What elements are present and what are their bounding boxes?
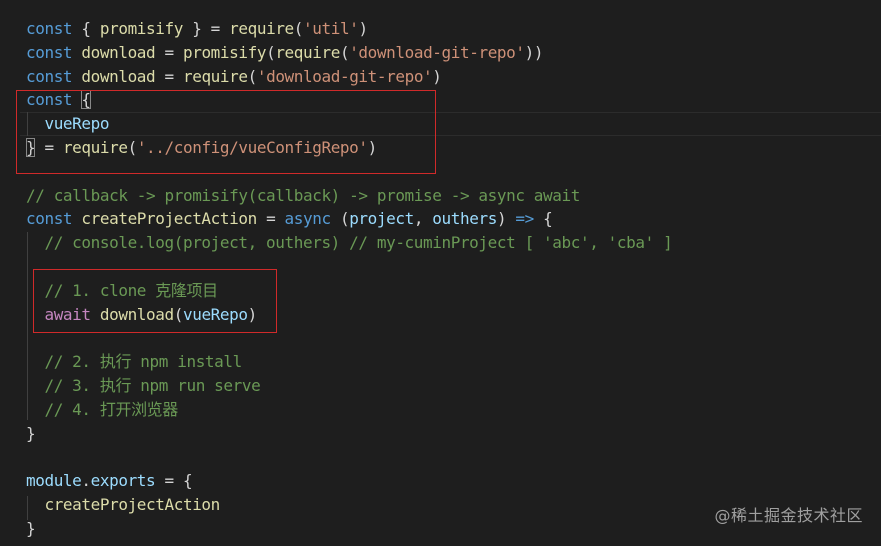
code-line[interactable]: const download = require('download-git-r… (26, 65, 442, 89)
token-var: project (349, 209, 414, 229)
highlight-box-import (16, 90, 436, 174)
code-line[interactable]: // 4. 打开浏览器 (26, 398, 178, 422)
code-line[interactable]: const { promisify } = require('util') (26, 17, 368, 41)
token-punct: } (26, 518, 36, 538)
code-line[interactable]: } (26, 422, 36, 446)
token-comment: // 4. 打开浏览器 (44, 399, 178, 419)
token-comment: // console.log(project, outhers) // my-c… (44, 233, 673, 253)
token-func: promisify (99, 19, 184, 38)
token-keyword: => (515, 209, 534, 229)
token-func: promisify (182, 42, 267, 62)
token-punct (26, 400, 44, 419)
token-func: createProjectAction (81, 209, 257, 229)
token-punct (26, 352, 44, 371)
code-line[interactable]: const download = promisify(require('down… (26, 41, 544, 65)
code-line[interactable]: module.exports = { (26, 469, 193, 493)
token-punct: ( (247, 66, 258, 86)
token-punct: )) (524, 42, 544, 62)
token-keyword: const (26, 209, 73, 229)
code-editor[interactable]: const { promisify } = require('util') con… (0, 0, 881, 546)
token-func: createProjectAction (44, 495, 220, 514)
token-punct: = (256, 209, 285, 229)
token-string: 'download-git-repo' (349, 42, 525, 62)
token-punct (26, 376, 44, 395)
token-func: download (81, 42, 156, 62)
token-punct: = { (155, 471, 193, 491)
token-punct: ( (266, 42, 276, 62)
token-punct (26, 495, 44, 514)
token-punct: ) (496, 209, 516, 229)
token-punct: { (72, 19, 100, 38)
token-string: 'util' (303, 19, 359, 38)
token-comment: // 3. 执行 npm run serve (44, 376, 261, 395)
highlight-box-clone (33, 269, 277, 333)
token-punct: ) (432, 66, 442, 86)
code-line[interactable]: createProjectAction (26, 493, 220, 517)
token-string: 'download-git-repo' (256, 66, 433, 86)
token-func: require (275, 42, 340, 62)
code-line[interactable]: // 2. 执行 npm install (26, 350, 242, 374)
token-punct: { (533, 209, 553, 229)
token-punct: , (413, 209, 433, 229)
code-line[interactable]: } (26, 517, 36, 541)
token-comment: // 2. 执行 npm install (44, 352, 242, 372)
token-func: require (229, 19, 294, 38)
token-comment: // callback -> promisify(callback) -> pr… (26, 185, 580, 205)
token-punct: = (155, 42, 183, 62)
token-punct: } = (182, 19, 230, 38)
code-line[interactable]: // 3. 执行 npm run serve (26, 374, 260, 398)
token-keyword: const (26, 42, 73, 62)
code-line[interactable]: // console.log(project, outhers) // my-c… (26, 231, 672, 255)
token-punct: ) (358, 19, 368, 38)
token-punct: = (155, 66, 183, 86)
code-line[interactable]: const createProjectAction = async (proje… (26, 207, 553, 231)
token-punct: . (81, 471, 91, 491)
token-keyword: const (26, 66, 73, 86)
token-punct: ( (293, 19, 304, 38)
watermark: @稀土掘金技术社区 (714, 506, 863, 525)
token-punct: ( (330, 209, 350, 229)
token-punct: ( (339, 42, 350, 62)
token-var: outhers (432, 209, 497, 229)
token-var: exports (90, 471, 156, 491)
token-punct (26, 233, 44, 252)
token-func: download (81, 66, 156, 86)
token-var: module (26, 471, 82, 491)
token-keyword: const (26, 19, 73, 38)
token-punct: } (26, 423, 36, 443)
code-line[interactable]: // callback -> promisify(callback) -> pr… (26, 184, 580, 208)
token-func: require (182, 66, 248, 86)
token-keyword: async (284, 209, 332, 229)
